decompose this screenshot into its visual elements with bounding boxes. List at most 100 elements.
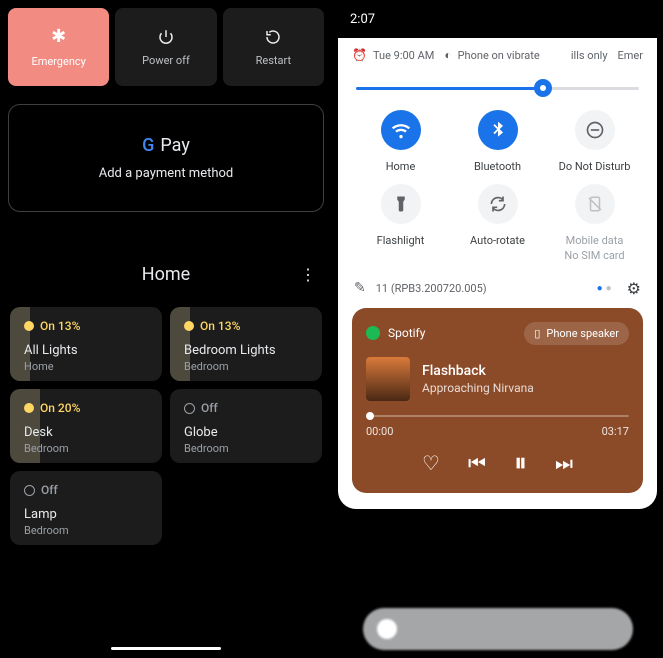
qs-shade: ⏰ Tue 9:00 AM ◐ Phone on vibrate ills on… <box>338 38 657 509</box>
qs-tiles-grid: Home Bluetooth Do Not Disturb Flashlight… <box>352 110 643 263</box>
page-dots[interactable]: ●● <box>597 283 615 294</box>
bluetooth-icon <box>478 110 518 150</box>
qs-tile-label: Bluetooth <box>474 160 521 174</box>
settings-icon[interactable]: ⚙ <box>627 279 641 298</box>
progress-thumb[interactable] <box>366 412 374 420</box>
device-tile[interactable]: On 13% Bedroom Lights Bedroom <box>170 307 322 381</box>
qs-tile[interactable]: Home <box>352 110 449 174</box>
qs-tile[interactable]: Auto-rotate <box>449 184 546 263</box>
ringer-mode-text: Phone on vibrate <box>458 49 540 62</box>
prev-button[interactable]: ⏮ <box>468 451 486 475</box>
rotate-icon <box>478 184 518 224</box>
power-off-label: Power off <box>142 54 190 67</box>
vibrate-icon: ◐ <box>444 48 451 62</box>
brightness-fill <box>356 87 543 90</box>
edit-icon[interactable]: ✎ <box>354 280 366 296</box>
power-icon <box>157 28 175 46</box>
qs-tile[interactable]: Mobile dataNo SIM card <box>546 184 643 263</box>
qs-header-time: Tue 9:00 AM <box>373 49 434 62</box>
device-room: Bedroom <box>184 360 308 373</box>
bulb-icon <box>184 321 194 331</box>
device-status: On 13% <box>200 319 240 333</box>
phone-icon: ▯ <box>534 327 540 340</box>
nosim-icon <box>575 184 615 224</box>
signal-text: ills only <box>571 49 608 62</box>
device-grid: On 13% All Lights Home On 13% Bedroom Li… <box>8 307 324 545</box>
qs-tile[interactable]: Do Not Disturb <box>546 110 643 174</box>
nav-handle[interactable] <box>111 647 221 650</box>
media-output-text: Phone speaker <box>546 327 619 340</box>
device-status: Off <box>201 401 218 415</box>
qs-tile-label: Home <box>386 160 416 174</box>
carrier-text: Emer <box>618 49 643 62</box>
device-tile[interactable]: Off Lamp Bedroom <box>10 471 162 545</box>
qs-tile-label: Do Not Disturb <box>559 160 631 174</box>
emergency-icon: ✱ <box>51 26 66 47</box>
flashlight-icon <box>381 184 421 224</box>
media-output-chip[interactable]: ▯ Phone speaker <box>524 322 629 345</box>
search-pill[interactable] <box>363 608 633 650</box>
device-name: Lamp <box>24 507 148 522</box>
device-name: All Lights <box>24 343 148 358</box>
qs-header: ⏰ Tue 9:00 AM ◐ Phone on vibrate ills on… <box>352 48 643 62</box>
alarm-icon: ⏰ <box>352 48 367 62</box>
status-bar: 2:07 <box>338 0 657 38</box>
media-app-name: Spotify <box>388 326 425 340</box>
power-off-button[interactable]: Power off <box>115 8 216 86</box>
media-card: Spotify ▯ Phone speaker Flashback Approa… <box>352 308 643 493</box>
device-status: On 20% <box>40 401 80 415</box>
restart-label: Restart <box>256 54 291 67</box>
device-room: Bedroom <box>24 442 148 455</box>
device-room: Bedroom <box>184 442 308 455</box>
qs-tile[interactable]: Flashlight <box>352 184 449 263</box>
device-tile[interactable]: On 13% All Lights Home <box>10 307 162 381</box>
progress-track <box>366 415 629 417</box>
device-name: Bedroom Lights <box>184 343 308 358</box>
build-text: 11 (RPB3.200720.005) <box>376 282 597 295</box>
emergency-button[interactable]: ✱ Emergency <box>8 8 109 86</box>
quick-settings-panel: 2:07 ⏰ Tue 9:00 AM ◐ Phone on vibrate il… <box>332 0 663 658</box>
media-controls: ♡ ⏮ ⏸ ⏭ <box>366 448 629 479</box>
progress-slider[interactable] <box>366 415 629 419</box>
bulb-icon <box>184 403 195 414</box>
qs-tile-label: Mobile dataNo SIM card <box>564 234 624 263</box>
wifi-icon <box>381 110 421 150</box>
brightness-thumb[interactable] <box>534 79 552 97</box>
emergency-label: Emergency <box>31 55 85 68</box>
like-button[interactable]: ♡ <box>422 451 440 475</box>
home-background <box>338 578 657 658</box>
device-name: Desk <box>24 425 148 440</box>
pause-button[interactable]: ⏸ <box>514 448 527 479</box>
status-time: 2:07 <box>350 12 375 27</box>
home-header: Home ⋮ <box>8 264 324 285</box>
gpay-brand-text: Pay <box>160 135 189 156</box>
dnd-icon <box>575 110 615 150</box>
qs-footer: ✎ 11 (RPB3.200720.005) ●● ⚙ <box>352 279 643 298</box>
google-icon <box>377 619 397 639</box>
gpay-cta: Add a payment method <box>99 166 234 181</box>
track-title: Flashback <box>422 363 534 379</box>
bulb-icon <box>24 485 35 496</box>
restart-button[interactable]: Restart <box>223 8 324 86</box>
power-menu-panel: ✱ Emergency Power off Restart G Pay Add … <box>0 0 332 658</box>
device-name: Globe <box>184 425 308 440</box>
device-tile[interactable]: On 20% Desk Bedroom <box>10 389 162 463</box>
spotify-icon <box>366 326 380 340</box>
media-app[interactable]: Spotify <box>366 326 425 340</box>
power-button-row: ✱ Emergency Power off Restart <box>8 8 324 86</box>
home-more-icon[interactable]: ⋮ <box>300 265 316 284</box>
qs-tile-label: Auto-rotate <box>470 234 525 248</box>
device-status: On 13% <box>40 319 80 333</box>
device-room: Home <box>24 360 148 373</box>
album-art <box>366 357 410 401</box>
qs-tile-label: Flashlight <box>377 234 425 248</box>
home-title: Home <box>142 264 190 285</box>
brightness-slider[interactable] <box>356 78 639 98</box>
device-status: Off <box>41 483 58 497</box>
gpay-card[interactable]: G Pay Add a payment method <box>8 104 324 212</box>
bulb-icon <box>24 403 34 413</box>
device-tile[interactable]: Off Globe Bedroom <box>170 389 322 463</box>
qs-tile[interactable]: Bluetooth <box>449 110 546 174</box>
next-button[interactable]: ⏭ <box>555 451 573 475</box>
bulb-icon <box>24 321 34 331</box>
